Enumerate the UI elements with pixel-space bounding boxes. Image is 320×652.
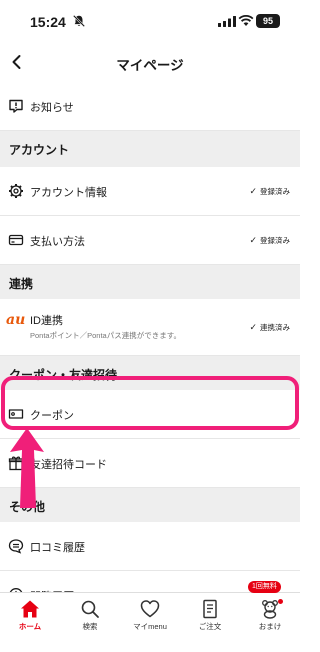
id-link-status-text: 連携済み	[260, 323, 290, 332]
bell-muted-icon	[73, 15, 85, 27]
account-info-row[interactable]: アカウント情報 ✓ 登録済み	[0, 167, 300, 216]
tab-home-label: ホーム	[18, 622, 42, 631]
tab-home[interactable]: ホーム	[0, 593, 60, 652]
invite-row[interactable]: 友達招待コード	[0, 439, 300, 488]
id-link-status: ✓ 連携済み	[249, 322, 290, 333]
check-icon: ✓	[249, 186, 257, 196]
heart-icon	[140, 600, 160, 618]
comment-icon	[8, 539, 24, 554]
notice-icon	[9, 99, 23, 113]
review-row[interactable]: 口コミ履歴	[0, 522, 300, 571]
credit-card-icon	[8, 234, 24, 246]
section-other: その他	[0, 488, 300, 522]
section-account: アカウント	[0, 131, 300, 167]
tab-omake[interactable]: 1回無料 おまけ	[240, 581, 300, 652]
coupon-highlight-box	[1, 376, 299, 430]
bear-icon	[262, 600, 278, 619]
header: マイページ	[0, 44, 300, 82]
status-bar: 15:24 95	[0, 0, 300, 44]
receipt-icon	[203, 599, 217, 619]
home-icon	[21, 600, 39, 618]
account-info-status-text: 登録済み	[260, 187, 290, 196]
payment-label: 支払い方法	[30, 236, 85, 248]
tab-mymenu[interactable]: マイmenu	[120, 593, 180, 652]
tab-omake-label: おまけ	[258, 622, 282, 631]
id-link-description: Pontaポイント／Pontaパス連携ができます。	[30, 331, 181, 340]
arrow-up-icon	[10, 428, 44, 508]
payment-status-text: 登録済み	[260, 236, 290, 245]
menu-list: お知らせ アカウント アカウント情報 ✓ 登録済み 支払い方法 ✓ 登録済み 連携 …	[0, 82, 300, 620]
payment-status: ✓ 登録済み	[249, 235, 290, 246]
notice-row[interactable]: お知らせ	[0, 82, 300, 131]
notice-label: お知らせ	[30, 102, 74, 114]
account-info-status: ✓ 登録済み	[249, 186, 290, 197]
omake-badge: 1回無料	[248, 581, 281, 593]
battery-icon: 95	[256, 14, 280, 28]
wifi-icon	[238, 14, 254, 26]
page-title: マイページ	[116, 58, 184, 73]
signal-icon	[218, 16, 236, 27]
check-icon: ✓	[249, 322, 257, 332]
au-logo: au	[6, 312, 26, 328]
status-time: 15:24	[30, 14, 66, 30]
id-link-label: ID連携	[30, 315, 63, 327]
tab-search[interactable]: 検索	[60, 593, 120, 652]
gear-icon	[9, 184, 23, 198]
check-icon: ✓	[249, 235, 257, 245]
tab-order-label: ご注文	[198, 622, 222, 631]
payment-row[interactable]: 支払い方法 ✓ 登録済み	[0, 216, 300, 265]
tab-bar: ホーム 検索 マイmenu ご注文 1回無料 おまけ	[0, 581, 300, 652]
account-info-label: アカウント情報	[30, 187, 107, 199]
id-link-row[interactable]: au ID連携 Pontaポイント／Pontaパス連携ができます。 ✓ 連携済み	[0, 299, 300, 356]
review-label: 口コミ履歴	[30, 542, 85, 554]
tab-order[interactable]: ご注文	[180, 593, 240, 652]
section-link: 連携	[0, 265, 300, 299]
search-icon	[81, 600, 99, 618]
tab-mymenu-label: マイmenu	[133, 622, 167, 631]
tab-search-label: 検索	[82, 622, 98, 631]
